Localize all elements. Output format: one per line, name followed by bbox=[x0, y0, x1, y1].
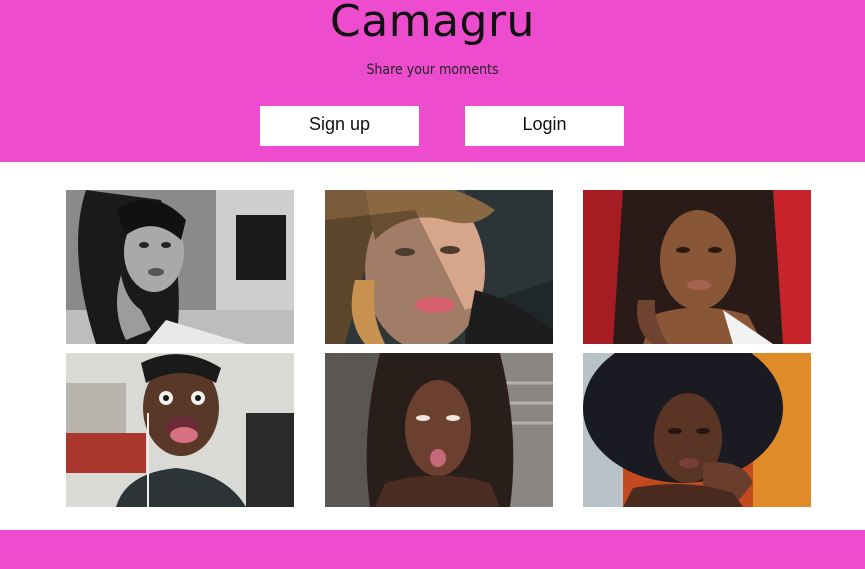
gallery-photo[interactable] bbox=[325, 190, 553, 344]
photo-image bbox=[325, 353, 553, 507]
gallery-photo[interactable] bbox=[66, 190, 294, 344]
footer bbox=[0, 530, 865, 569]
photo-image bbox=[583, 353, 811, 507]
header: Camagru Share your moments Sign up Login bbox=[0, 0, 865, 162]
gallery-photo[interactable] bbox=[325, 353, 553, 507]
photo-image bbox=[325, 190, 553, 344]
login-button[interactable]: Login bbox=[465, 106, 624, 146]
photo-image bbox=[66, 353, 294, 507]
gallery-photo[interactable] bbox=[583, 190, 811, 344]
photo-image bbox=[66, 190, 294, 344]
tagline: Share your moments bbox=[366, 62, 499, 78]
signup-button[interactable]: Sign up bbox=[260, 106, 419, 146]
app-title: Camagru bbox=[330, 0, 535, 47]
photo-gallery bbox=[0, 162, 865, 530]
photo-image bbox=[583, 190, 811, 344]
gallery-photo[interactable] bbox=[66, 353, 294, 507]
gallery-photo[interactable] bbox=[583, 353, 811, 507]
